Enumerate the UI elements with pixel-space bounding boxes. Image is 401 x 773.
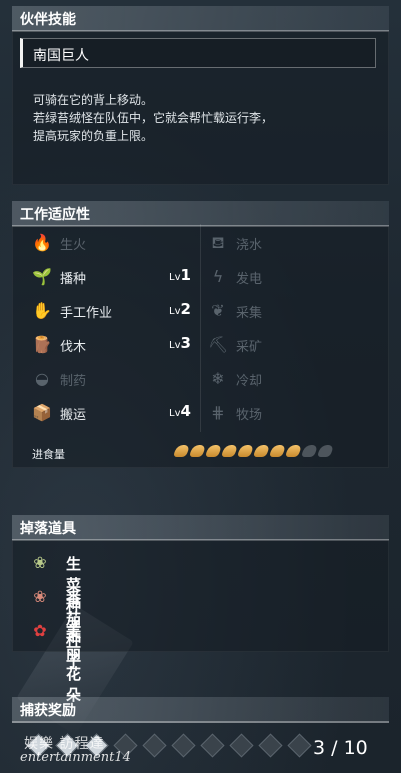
work-name: 采集	[236, 306, 263, 321]
skill-name-box: 南国巨人	[20, 38, 376, 68]
work-item-cooling: ❄ 冷却	[208, 361, 368, 395]
work-name: 手工作业	[60, 306, 113, 321]
work-item-planting: 🌱 播种 Lv1	[32, 259, 192, 293]
work-name: 发电	[236, 272, 263, 287]
capture-slot-icon	[200, 733, 225, 758]
lightning-icon: ϟ	[212, 267, 224, 286]
capture-header: 捕获奖励	[12, 697, 389, 723]
bowl-icon: ◒	[35, 369, 49, 388]
capture-count: 3 / 10	[313, 737, 368, 759]
fire-icon: 🔥	[32, 233, 52, 252]
tomato-seed-icon: ❀	[33, 587, 47, 606]
capture-slot-icon	[229, 733, 254, 758]
food-meter	[172, 445, 335, 459]
log-icon: 🪵	[32, 335, 52, 354]
work-item-gathering: ❦ 采集	[208, 293, 368, 327]
food-icon	[236, 445, 255, 457]
watermark-signature: entertainment14	[20, 750, 131, 765]
work-name: 牧场	[236, 408, 263, 423]
column-divider	[200, 224, 201, 432]
work-name: 生火	[60, 238, 87, 253]
work-name: 采矿	[236, 340, 263, 355]
description-line: 提高玩家的负重上限。	[33, 129, 154, 143]
capture-slot-icon	[171, 733, 196, 758]
work-name: 浇水	[236, 238, 263, 253]
description-line: 若绿苔绒怪在队伍中，它就会帮忙载运行李，	[33, 111, 274, 125]
lv-prefix: Lv	[169, 306, 181, 317]
work-item-transporting: 📦 搬运 Lv4	[32, 395, 192, 429]
work-item-kindling: 🔥 生火	[32, 225, 192, 259]
description-line: 可骑在它的背上移动。	[33, 93, 154, 107]
work-suitability-title: 工作适应性	[20, 207, 90, 223]
level-value: 1	[180, 266, 191, 284]
work-item-medicine: ◒ 制药	[32, 361, 192, 395]
lv-prefix: Lv	[169, 408, 181, 419]
work-level: Lv4	[169, 402, 191, 420]
work-name: 搬运	[60, 408, 87, 423]
hand-icon: ✋	[32, 301, 52, 320]
food-icon	[204, 445, 223, 457]
skill-name: 南国巨人	[33, 48, 89, 64]
pickaxe-icon: ⛏	[208, 335, 229, 354]
food-icon	[284, 445, 303, 457]
capture-slot-icon	[258, 733, 283, 758]
work-level: Lv3	[169, 334, 191, 352]
food-label: 进食量	[32, 448, 65, 461]
drops-title: 掉落道具	[20, 521, 76, 537]
leaf-icon: ❦	[211, 301, 225, 320]
drop-name: 美丽花朵	[66, 623, 82, 704]
food-icon	[172, 445, 191, 457]
work-item-electricity: ϟ 发电	[208, 259, 368, 293]
work-item-watering: ⛾ 浇水	[208, 225, 368, 259]
capture-title: 捕获奖励	[20, 703, 76, 719]
work-item-handiwork: ✋ 手工作业 Lv2	[32, 293, 192, 327]
work-item-farming: ⋕ 牧场	[208, 395, 368, 429]
food-icon	[252, 445, 271, 457]
snowflake-icon: ❄	[211, 369, 225, 388]
capture-slot-icon	[142, 733, 167, 758]
level-value: 3	[180, 334, 191, 352]
lettuce-seed-icon: ❀	[33, 553, 47, 572]
work-item-mining: ⛏ 采矿	[208, 327, 368, 361]
level-value: 2	[180, 300, 191, 318]
lv-prefix: Lv	[169, 272, 181, 283]
food-icon	[220, 445, 239, 457]
fence-icon: ⋕	[211, 403, 225, 422]
lv-prefix: Lv	[169, 340, 181, 351]
level-value: 4	[180, 402, 191, 420]
work-level: Lv2	[169, 300, 191, 318]
work-name: 伐木	[60, 340, 87, 355]
partner-skill-header: 伙伴技能	[12, 6, 389, 32]
watering-can-icon: ⛾	[211, 233, 225, 252]
capture-slot-icon	[287, 733, 312, 758]
work-level: Lv1	[169, 266, 191, 284]
work-name: 冷却	[236, 374, 263, 389]
food-icon	[268, 445, 287, 457]
sprout-icon: 🌱	[32, 267, 52, 286]
box-icon: 📦	[32, 403, 52, 422]
drops-header: 掉落道具	[12, 515, 389, 541]
work-name: 播种	[60, 272, 87, 287]
skill-description: 可骑在它的背上移动。 若绿苔绒怪在队伍中，它就会帮忙载运行李， 提高玩家的负重上…	[33, 91, 273, 145]
food-icon	[316, 445, 335, 457]
food-icon	[300, 445, 319, 457]
work-item-lumbering: 🪵 伐木 Lv3	[32, 327, 192, 361]
work-name: 制药	[60, 374, 87, 389]
flower-icon: ✿	[33, 621, 47, 640]
food-icon	[188, 445, 207, 457]
partner-skill-title: 伙伴技能	[20, 12, 76, 28]
